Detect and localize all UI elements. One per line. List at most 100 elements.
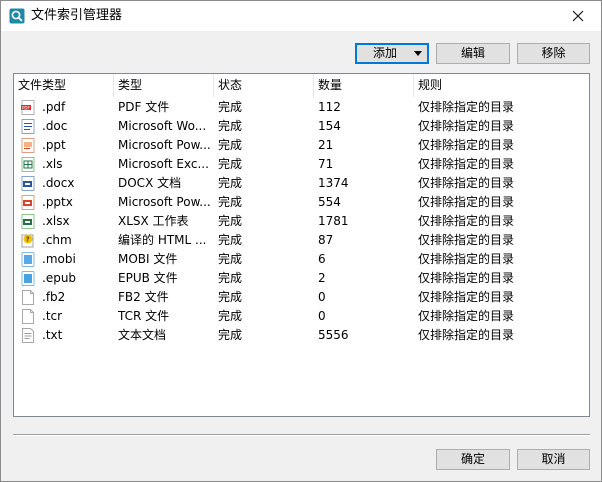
table-row[interactable]: .fb2 FB2 文件 完成 0 仅排除指定的目录 xyxy=(14,288,589,307)
table-row[interactable]: .ppt Microsoft Pow... 完成 21 仅排除指定的目录 xyxy=(14,136,589,155)
file-extension: .pdf xyxy=(42,100,66,114)
file-count: 6 xyxy=(318,252,326,266)
table-row[interactable]: .tcr TCR 文件 完成 0 仅排除指定的目录 xyxy=(14,307,589,326)
table-row[interactable]: .docx DOCX 文档 完成 1374 仅排除指定的目录 xyxy=(14,174,589,193)
footer-divider xyxy=(13,434,590,436)
file-type-description: 编译的 HTML ... xyxy=(118,233,207,247)
close-button[interactable] xyxy=(555,1,601,31)
xlsx-file-icon xyxy=(21,214,35,229)
edit-button[interactable]: 编辑 xyxy=(436,43,510,64)
file-count: 87 xyxy=(318,233,334,247)
index-rule: 仅排除指定的目录 xyxy=(418,233,515,247)
file-count: 1781 xyxy=(318,214,349,228)
title-bar: 文件索引管理器 xyxy=(1,1,601,31)
index-rule: 仅排除指定的目录 xyxy=(418,195,515,209)
table-row[interactable]: .mobi MOBI 文件 完成 6 仅排除指定的目录 xyxy=(14,250,589,269)
file-extension: .epub xyxy=(42,271,77,285)
file-extension: .mobi xyxy=(42,252,76,266)
table-row[interactable]: .txt 文本文档 完成 5556 仅排除指定的目录 xyxy=(14,326,589,345)
remove-button[interactable]: 移除 xyxy=(517,43,590,64)
pptx-file-icon xyxy=(21,195,35,210)
index-status: 完成 xyxy=(218,100,243,114)
file-extension: .txt xyxy=(42,328,63,342)
svg-text:PDF: PDF xyxy=(22,105,30,110)
column-header-status[interactable]: 状态 xyxy=(214,74,314,97)
table-row[interactable]: PDF .pdf PDF 文件 完成 112 仅排除指定的目录 xyxy=(14,98,589,117)
table-row[interactable]: .doc Microsoft Wo... 完成 154 仅排除指定的目录 xyxy=(14,117,589,136)
file-extension: .xlsx xyxy=(42,214,70,228)
cancel-button[interactable]: 取消 xyxy=(517,449,590,470)
index-status: 完成 xyxy=(218,119,243,133)
file-extension: .pptx xyxy=(42,195,73,209)
column-header-rule[interactable]: 规则 xyxy=(414,74,589,97)
close-icon xyxy=(572,10,584,22)
index-status: 完成 xyxy=(218,252,243,266)
file-type-description: FB2 文件 xyxy=(118,290,169,304)
svg-text:?: ? xyxy=(26,236,30,244)
file-extension: .doc xyxy=(42,119,68,133)
file-index-manager-window: 文件索引管理器 添加 编辑 移除 文件类型 类型 状态 数量 规则 PDF .pd… xyxy=(0,0,602,482)
file-type-description: MOBI 文件 xyxy=(118,252,178,266)
index-rule: 仅排除指定的目录 xyxy=(418,214,515,228)
list-header: 文件类型 类型 状态 数量 规则 xyxy=(14,74,589,97)
index-rule: 仅排除指定的目录 xyxy=(418,157,515,171)
file-extension: .chm xyxy=(42,233,72,247)
file-type-description: Microsoft Pow... xyxy=(118,195,211,209)
file-extension: .xls xyxy=(42,157,63,171)
file-type-description: PDF 文件 xyxy=(118,100,170,114)
chevron-down-icon xyxy=(414,51,422,56)
index-status: 完成 xyxy=(218,157,243,171)
file-extension: .tcr xyxy=(42,309,63,323)
index-status: 完成 xyxy=(218,138,243,152)
index-rule: 仅排除指定的目录 xyxy=(418,271,515,285)
table-row[interactable]: .epub EPUB 文件 完成 2 仅排除指定的目录 xyxy=(14,269,589,288)
file-extension: .docx xyxy=(42,176,75,190)
file-type-description: XLSX 工作表 xyxy=(118,214,189,228)
epub-file-icon xyxy=(21,271,35,286)
index-status: 完成 xyxy=(218,233,243,247)
file-count: 2 xyxy=(318,271,326,285)
file-count: 0 xyxy=(318,290,326,304)
table-row[interactable]: .xlsx XLSX 工作表 完成 1781 仅排除指定的目录 xyxy=(14,212,589,231)
file-count: 0 xyxy=(318,309,326,323)
window-title: 文件索引管理器 xyxy=(31,8,123,23)
docx-file-icon xyxy=(21,176,35,191)
column-header-file-type[interactable]: 文件类型 xyxy=(14,74,114,97)
index-status: 完成 xyxy=(218,195,243,209)
table-row[interactable]: .xls Microsoft Exc... 完成 71 仅排除指定的目录 xyxy=(14,155,589,174)
index-status: 完成 xyxy=(218,328,243,342)
file-count: 71 xyxy=(318,157,334,171)
file-type-description: Microsoft Exc... xyxy=(118,157,209,171)
ok-button[interactable]: 确定 xyxy=(436,449,510,470)
word-file-icon xyxy=(21,119,35,134)
file-count: 112 xyxy=(318,100,341,114)
excel-file-icon xyxy=(21,157,35,172)
column-header-count[interactable]: 数量 xyxy=(314,74,414,97)
chm-help-file-icon: ? xyxy=(21,234,34,248)
index-status: 完成 xyxy=(218,214,243,228)
index-status: 完成 xyxy=(218,176,243,190)
index-status: 完成 xyxy=(218,309,243,323)
index-rule: 仅排除指定的目录 xyxy=(418,252,515,266)
file-type-description: Microsoft Wo... xyxy=(118,119,207,133)
table-row[interactable]: .pptx Microsoft Pow... 完成 554 仅排除指定的目录 xyxy=(14,193,589,212)
file-count: 21 xyxy=(318,138,334,152)
blank-file-icon xyxy=(22,309,34,324)
file-type-list[interactable]: 文件类型 类型 状态 数量 规则 PDF .pdf PDF 文件 完成 112 仅排除指定… xyxy=(13,73,590,417)
table-row[interactable]: ? .chm 编译的 HTML ... 完成 87 仅排除指定的目录 xyxy=(14,231,589,250)
mobi-file-icon xyxy=(21,252,35,267)
index-rule: 仅排除指定的目录 xyxy=(418,100,515,114)
powerpoint-file-icon xyxy=(21,138,35,153)
index-status: 完成 xyxy=(218,271,243,285)
index-status: 完成 xyxy=(218,290,243,304)
index-rule: 仅排除指定的目录 xyxy=(418,309,515,323)
file-count: 554 xyxy=(318,195,341,209)
index-rule: 仅排除指定的目录 xyxy=(418,290,515,304)
file-count: 154 xyxy=(318,119,341,133)
file-extension: .fb2 xyxy=(42,290,66,304)
column-header-type[interactable]: 类型 xyxy=(114,74,214,97)
pdf-file-icon: PDF xyxy=(21,100,35,115)
index-rule: 仅排除指定的目录 xyxy=(418,138,515,152)
blank-file-icon xyxy=(22,290,34,305)
add-dropdown-button[interactable]: 添加 xyxy=(355,43,429,64)
